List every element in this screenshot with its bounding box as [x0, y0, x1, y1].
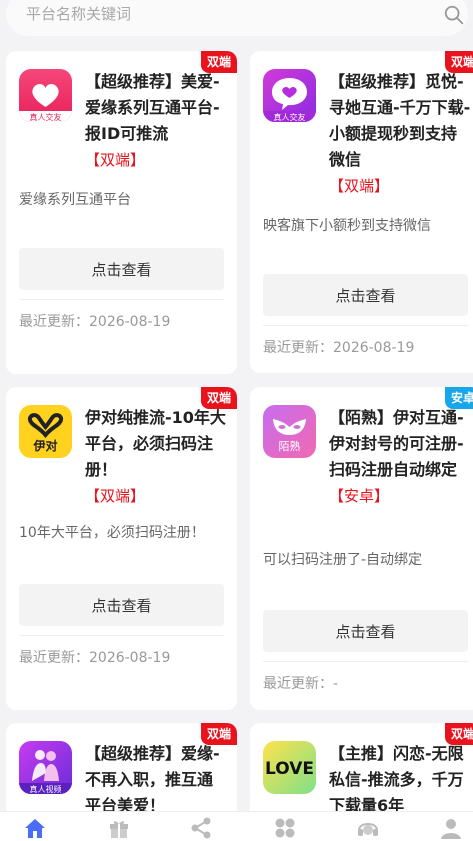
user-icon [441, 819, 461, 839]
divider [263, 661, 468, 662]
app-icon-yidui: 伊对 [19, 405, 72, 458]
view-button[interactable]: 点击查看 [19, 584, 224, 626]
app-icon-label: 真人视频 [30, 784, 62, 794]
app-icon-miyue: 真人交友 [263, 69, 316, 122]
platform-tag: 【双端】 [329, 177, 390, 195]
app-icon-meiai: 真人交友 [19, 69, 72, 122]
last-updated: 最近更新：2026-08-19 [263, 340, 415, 356]
app-icon-shanlian: LOVE [263, 741, 316, 794]
app-icon-label: 真人交友 [30, 112, 62, 122]
app-icon-moshu: 陌熟 [263, 405, 316, 458]
platform-title[interactable]: 【陌熟】伊对互通-伊对封号的可注册-扫码注册自动绑定 【安卓】 [329, 405, 471, 509]
platform-desc: 可以扫码注册了-自动绑定 [263, 552, 423, 568]
platform-desc: 10年大平台，必须扫码注册！ [19, 525, 205, 541]
view-button[interactable]: 点击查看 [263, 274, 468, 316]
platform-card[interactable]: 安卓 陌熟 【陌熟】伊对互通-伊对封号的可注册-扫码注册自动绑定 【安卓】 可以… [250, 387, 473, 710]
divider [19, 299, 224, 300]
tab-profile[interactable] [438, 816, 464, 840]
bottom-tab-bar [0, 811, 473, 841]
app-icon-label: 真人交友 [274, 112, 306, 122]
share-icon [191, 817, 211, 839]
app-icon-label: LOVE [265, 759, 314, 779]
last-updated: 最近更新：- [263, 676, 339, 692]
search-bar [6, 0, 468, 36]
tab-service[interactable] [355, 816, 381, 840]
tab-share[interactable] [188, 816, 214, 840]
platform-title[interactable]: 【主推】闪恋-无限私信-推流多，千万下载量6年 [329, 741, 471, 819]
tab-gift[interactable] [106, 816, 132, 840]
headset-icon [358, 823, 378, 836]
tab-categories[interactable] [272, 816, 298, 840]
platform-title[interactable]: 【超级推荐】美爱-爱缘系列互通平台-报ID可推流 【双端】 [85, 69, 227, 173]
platform-card[interactable]: 双端 伊对 伊对纯推流-10年大平台，必须扫码注册！ 【双端】 10年大平台，必… [6, 387, 237, 710]
platform-tag: 【双端】 [85, 151, 146, 169]
app-icon-aiyuan: 真人视频 [19, 741, 72, 794]
app-icon-label: 陌熟 [279, 439, 301, 453]
platform-tag: 【安卓】 [329, 487, 390, 505]
app-icon-label: 伊对 [32, 438, 57, 453]
last-updated: 最近更新：2026-08-19 [19, 314, 171, 330]
platform-desc: 爱缘系列互通平台 [19, 192, 131, 208]
view-button[interactable]: 点击查看 [19, 248, 224, 290]
divider [263, 325, 468, 326]
home-icon [25, 819, 45, 838]
search-icon[interactable] [443, 4, 465, 26]
last-updated: 最近更新：2026-08-19 [19, 650, 171, 666]
platform-desc: 映客旗下小额秒到支持微信 [263, 218, 431, 234]
platform-title[interactable]: 伊对纯推流-10年大平台，必须扫码注册！ 【双端】 [85, 405, 227, 509]
gift-icon [110, 821, 128, 838]
divider [19, 635, 224, 636]
view-button[interactable]: 点击查看 [263, 610, 468, 652]
tab-home[interactable] [22, 816, 48, 840]
platform-card[interactable]: 双端 真人交友 【超级推荐】觅悦-寻她互通-千万下载-小额提现秒到支持微信 【双… [250, 51, 473, 373]
platform-tag: 【双端】 [85, 487, 146, 505]
platform-title[interactable]: 【超级推荐】爱缘-不再入职，推互通平台美爱！ [85, 741, 227, 819]
platform-title[interactable]: 【超级推荐】觅悦-寻她互通-千万下载-小额提现秒到支持微信 【双端】 [329, 69, 471, 199]
search-input[interactable] [26, 0, 406, 28]
platform-card[interactable]: 双端 真人交友 【超级推荐】美爱-爱缘系列互通平台-报ID可推流 【双端】 爱缘… [6, 51, 237, 374]
grid-icon [275, 818, 295, 838]
